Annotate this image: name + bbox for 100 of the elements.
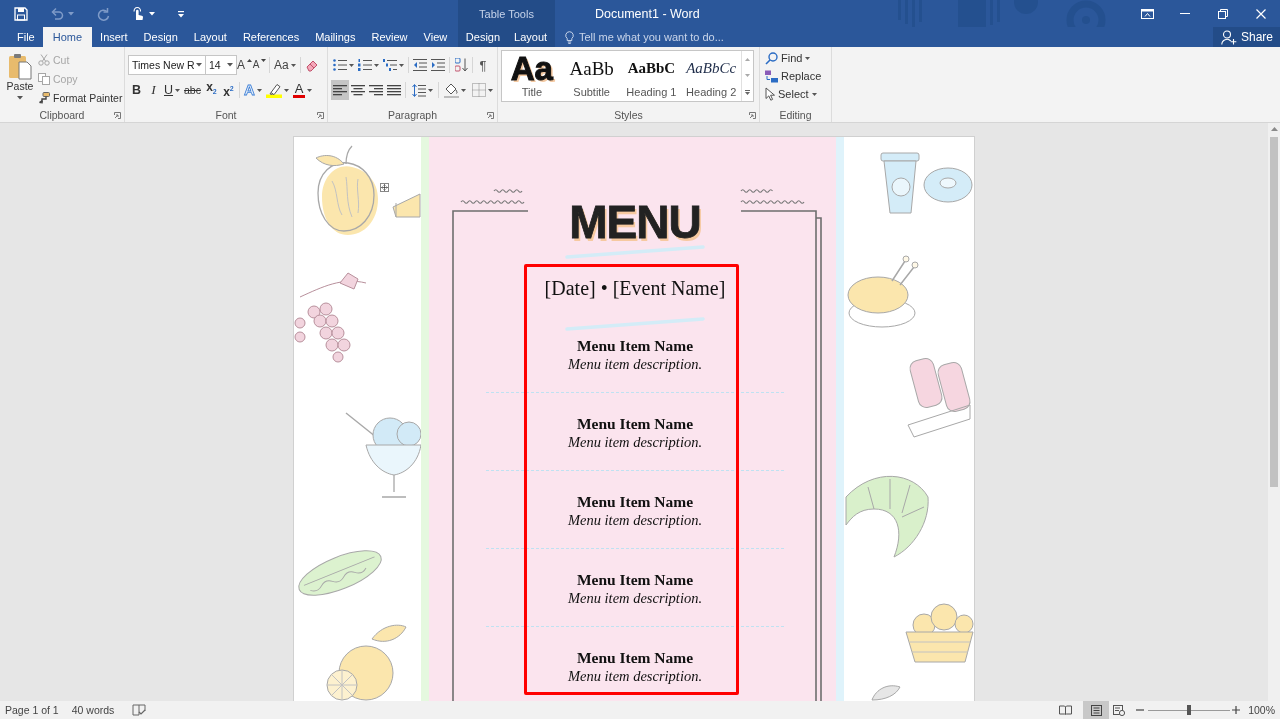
ribbon-tab[interactable]: Design xyxy=(135,27,186,47)
multilevel-list-icon xyxy=(383,59,397,71)
lightbulb-icon xyxy=(565,30,574,44)
find-button[interactable]: Find xyxy=(765,49,829,67)
caret-icon xyxy=(68,11,74,16)
ribbon-tab[interactable]: File xyxy=(9,27,43,47)
menu-item-description: Menu item description. xyxy=(567,433,703,451)
underline-button[interactable]: U xyxy=(162,80,183,100)
format-painter-button[interactable]: Format Painter xyxy=(37,88,124,107)
select-button[interactable]: Select xyxy=(765,85,829,103)
share-button[interactable]: Share xyxy=(1213,27,1280,47)
caret-icon xyxy=(175,88,181,92)
style-option[interactable]: AaBbC Heading 1 xyxy=(621,51,682,101)
restore-icon xyxy=(1218,8,1228,19)
subscript-button[interactable]: x$_{2}$ xyxy=(202,80,220,100)
show-formatting-marks-button[interactable]: ¶ xyxy=(475,55,491,75)
scroll-up-arrow-icon[interactable] xyxy=(1270,127,1278,131)
print-layout-button[interactable] xyxy=(1083,701,1110,719)
clipboard-icon xyxy=(8,52,32,80)
add-person-icon xyxy=(1221,29,1237,45)
save-button[interactable] xyxy=(14,6,28,21)
ribbon-tab[interactable]: Insert xyxy=(92,27,136,47)
font-color-button[interactable]: A xyxy=(290,80,315,100)
page-count[interactable]: Page 1 of 1 xyxy=(0,704,59,716)
caret-icon xyxy=(349,63,354,67)
align-left-button[interactable] xyxy=(331,80,349,100)
menu-title: MENU xyxy=(569,199,701,245)
grid-icon xyxy=(471,83,486,97)
menu-item-description: Menu item description. xyxy=(567,589,703,607)
move-arrows-icon[interactable] xyxy=(380,183,389,192)
page-icon xyxy=(1090,704,1102,716)
caret-icon xyxy=(196,63,202,67)
replace-button[interactable]: Replace xyxy=(765,67,829,85)
touch-mode-button[interactable] xyxy=(132,6,155,21)
italic-button[interactable]: I xyxy=(145,80,162,100)
justify-icon xyxy=(387,84,401,96)
change-case-button[interactable]: Aa xyxy=(272,55,298,75)
menu-item-name: Menu Item Name xyxy=(576,337,694,355)
menu-item-name: Menu Item Name xyxy=(576,493,694,511)
dialog-launcher-icon[interactable] xyxy=(114,111,121,119)
line-spacing-icon xyxy=(411,83,426,97)
ribbon-tab[interactable]: Home xyxy=(42,27,93,47)
paste-button[interactable]: Paste xyxy=(4,50,36,108)
menu-item-name: Menu Item Name xyxy=(576,571,694,589)
caret-icon xyxy=(811,92,817,96)
strikethrough-button[interactable]: abc xyxy=(182,80,203,100)
scrollbar-thumb[interactable] xyxy=(1270,137,1278,487)
sort-button[interactable] xyxy=(452,55,470,75)
style-option[interactable]: AaBbCc Heading 2 xyxy=(681,51,742,101)
hand-icon xyxy=(132,6,145,21)
bullet-list-icon xyxy=(333,59,347,71)
align-center-icon xyxy=(351,84,365,96)
align-right-icon xyxy=(369,84,383,96)
zoom-slider-thumb[interactable] xyxy=(1187,705,1192,715)
shrink-font-button[interactable]: A xyxy=(252,55,267,75)
ribbon-tab[interactable]: View xyxy=(415,27,456,47)
bold-button[interactable]: B xyxy=(128,80,145,100)
font-size-dropdown[interactable]: 14 xyxy=(205,55,237,75)
caret-icon xyxy=(805,56,811,60)
zoom-level[interactable]: 100% xyxy=(1248,704,1280,716)
group-label: Clipboard xyxy=(39,108,85,122)
grow-font-button[interactable]: A xyxy=(237,55,252,75)
tell-me-field[interactable]: Tell me what you want to do... xyxy=(579,28,779,46)
book-check-icon[interactable] xyxy=(132,704,147,716)
style-option[interactable]: AaBb Subtitle xyxy=(561,51,622,101)
ribbon-tab[interactable]: Review xyxy=(363,27,416,47)
zoom-in-icon[interactable] xyxy=(1232,706,1241,714)
dialog-launcher-icon[interactable] xyxy=(317,111,324,119)
outdent-icon xyxy=(413,59,427,71)
dialog-launcher-icon[interactable] xyxy=(487,111,494,119)
eraser-icon xyxy=(304,58,319,72)
caret-icon xyxy=(487,88,493,92)
caret-icon xyxy=(374,63,379,67)
cheese-drawing xyxy=(392,193,421,218)
save-icon xyxy=(14,6,28,21)
menu-item-name: Menu Item Name xyxy=(576,649,694,667)
ribbon-tab[interactable]: Layout xyxy=(507,27,555,47)
superscript-button[interactable]: x$^{2}$ xyxy=(219,80,237,100)
undo-icon xyxy=(50,6,64,21)
search-icon xyxy=(765,51,778,65)
donut-drawing xyxy=(923,167,973,203)
ribbon-tab[interactable]: Mailings xyxy=(307,27,364,47)
ribbon-tab[interactable]: Layout xyxy=(185,27,235,47)
close-icon xyxy=(1256,8,1266,19)
style-option[interactable]: Aa Title xyxy=(502,51,562,101)
menu-item-name: Menu Item Name xyxy=(576,415,694,433)
web-page-icon xyxy=(1113,704,1126,716)
group-label: Editing xyxy=(779,108,812,122)
group-label: Paragraph xyxy=(387,108,437,122)
ribbon-tab[interactable]: References xyxy=(234,27,308,47)
caret-icon xyxy=(17,96,23,100)
ribbon-tab[interactable]: Design xyxy=(458,27,508,47)
dialog-launcher-icon[interactable] xyxy=(749,111,756,119)
highlighter-icon xyxy=(265,82,282,98)
zoom-out-icon[interactable] xyxy=(1136,706,1145,714)
contextual-group-label: Table Tools xyxy=(458,0,555,27)
font-name-dropdown[interactable]: Times New R xyxy=(128,55,206,75)
customize-toolbar-button[interactable] xyxy=(177,9,185,18)
more-styles-icon[interactable] xyxy=(745,89,751,95)
word-count[interactable]: 40 words xyxy=(71,704,115,716)
